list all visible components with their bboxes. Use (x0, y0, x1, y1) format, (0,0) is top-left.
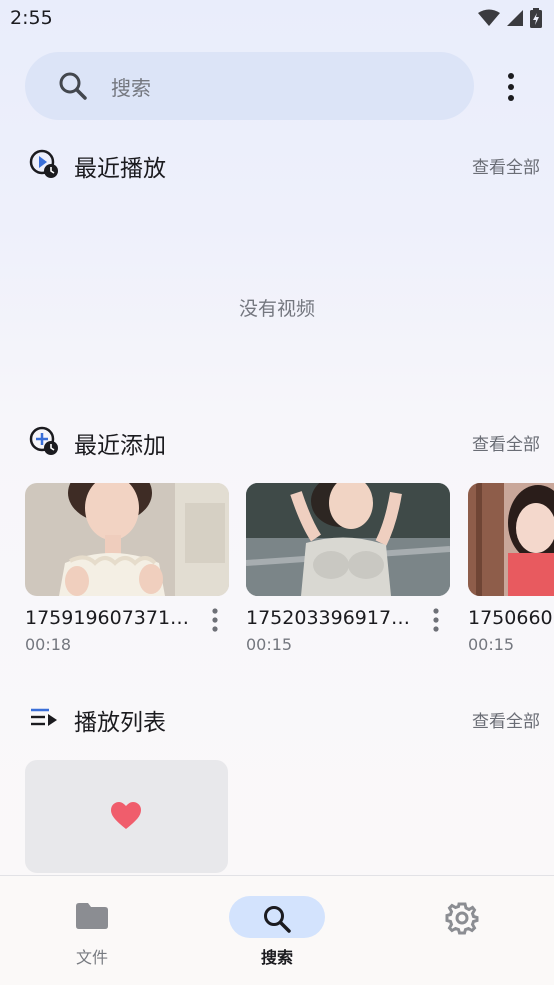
nav-item-search[interactable]: 搜索 (207, 876, 347, 976)
video-card[interactable]: 175203396917… 00:15 (246, 483, 450, 654)
more-vert-icon[interactable] (496, 70, 526, 104)
gear-icon (445, 902, 479, 935)
wifi-icon (478, 9, 500, 26)
nav-item-files[interactable]: 文件 (22, 876, 162, 976)
video-title: 175919607371… (25, 607, 190, 629)
search-input[interactable]: 搜索 (111, 72, 151, 101)
history-add-icon (29, 426, 58, 455)
video-card[interactable]: 1750660 00:15 (468, 483, 554, 663)
recent-added-view-all-link[interactable]: 查看全部 (472, 430, 540, 455)
more-vert-icon[interactable] (430, 607, 442, 633)
empty-state-text: 没有视频 (238, 298, 315, 320)
status-time: 2:55 (10, 7, 53, 29)
nav-label-files: 文件 (75, 948, 108, 967)
status-bar: 2:55 (0, 0, 554, 38)
folder-icon (76, 903, 108, 929)
heart-icon (111, 802, 141, 829)
status-icons (478, 8, 542, 28)
video-thumbnail[interactable] (25, 483, 229, 596)
video-duration: 00:15 (468, 635, 515, 654)
recent-played-title: 最近播放 (74, 156, 166, 182)
recent-played-view-all-link[interactable]: 查看全部 (472, 153, 540, 178)
search-bar[interactable]: 搜索 (25, 52, 474, 120)
playlist-play-icon (31, 708, 57, 726)
video-duration: 00:18 (25, 635, 72, 654)
recent-added-title: 最近添加 (74, 433, 166, 459)
battery-icon (530, 8, 542, 28)
playlists-title: 播放列表 (74, 710, 166, 736)
search-icon (59, 72, 87, 100)
nav-item-settings[interactable] (392, 876, 532, 976)
history-play-icon (29, 149, 58, 178)
more-vert-icon[interactable] (209, 607, 221, 633)
favorites-playlist-card[interactable] (25, 760, 228, 873)
bottom-navigation: 文件 搜索 (0, 875, 554, 985)
video-thumbnail[interactable] (468, 483, 554, 596)
video-duration: 00:15 (246, 635, 293, 654)
video-card[interactable]: 175919607371… 00:18 (25, 483, 229, 654)
video-title: 1750660 (468, 607, 553, 629)
search-icon (264, 906, 291, 933)
nav-label-search: 搜索 (260, 948, 293, 967)
video-thumbnail[interactable] (246, 483, 450, 596)
video-title: 175203396917… (246, 607, 411, 629)
signal-icon (507, 10, 523, 26)
playlists-view-all-link[interactable]: 查看全部 (472, 707, 540, 732)
